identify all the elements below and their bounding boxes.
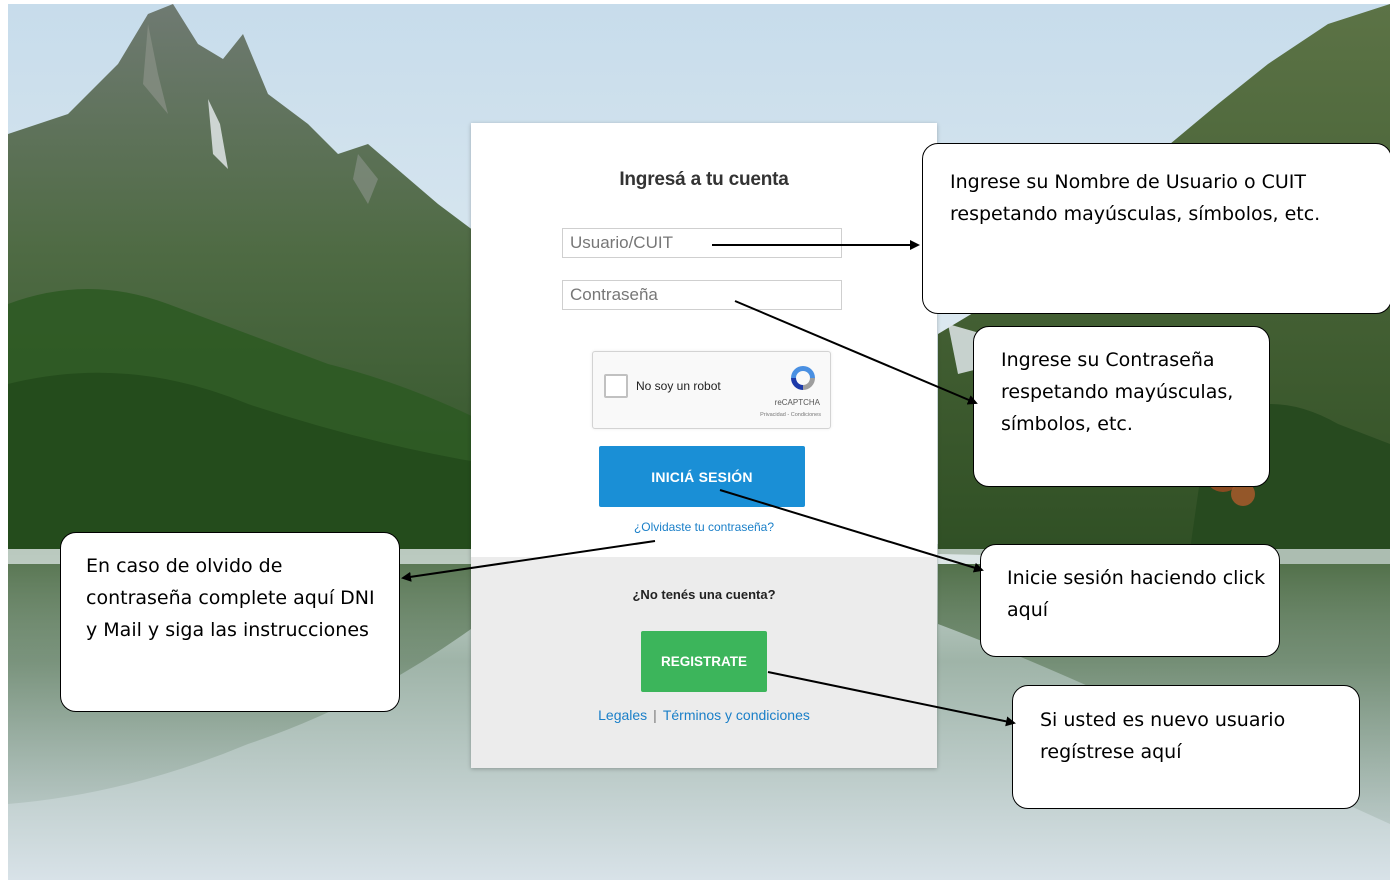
password-input[interactable] [562, 280, 842, 310]
login-card: Ingresá a tu cuenta No soy un robot reCA… [471, 123, 937, 768]
callout-username-help: Ingrese su Nombre de Usuario o CUIT resp… [922, 143, 1390, 314]
callout-register-help: Si usted es nuevo usuario regístrese aqu… [1012, 685, 1360, 809]
username-input[interactable] [562, 228, 842, 258]
legal-link[interactable]: Legales [598, 707, 647, 723]
callout-password-help: Ingrese su Contraseña respetando mayúscu… [973, 326, 1270, 487]
captcha-checkbox[interactable] [604, 374, 628, 398]
login-title: Ingresá a tu cuenta [619, 169, 789, 190]
login-button[interactable]: INICIÁ SESIÓN [599, 446, 805, 507]
register-button[interactable]: REGISTRATE [641, 631, 767, 692]
callout-forgot-help: En caso de olvido de contraseña complete… [60, 532, 400, 712]
terms-link[interactable]: Términos y condiciones [663, 707, 810, 723]
footer-links: Legales | Términos y condiciones [471, 707, 937, 723]
recaptcha-widget: No soy un robot reCAPTCHA Privacidad - C… [592, 351, 831, 429]
no-account-text: ¿No tenés una cuenta? [632, 587, 776, 602]
recaptcha-links[interactable]: Privacidad - Condiciones [760, 412, 821, 418]
recaptcha-logo-icon [791, 366, 815, 390]
callout-login-help: Inicie sesión haciendo click aquí [980, 544, 1280, 657]
recaptcha-brand: reCAPTCHA [774, 398, 820, 407]
captcha-label: No soy un robot [636, 379, 721, 393]
forgot-password-link[interactable]: ¿Olvidaste tu contraseña? [471, 520, 937, 534]
link-separator: | [653, 707, 657, 723]
